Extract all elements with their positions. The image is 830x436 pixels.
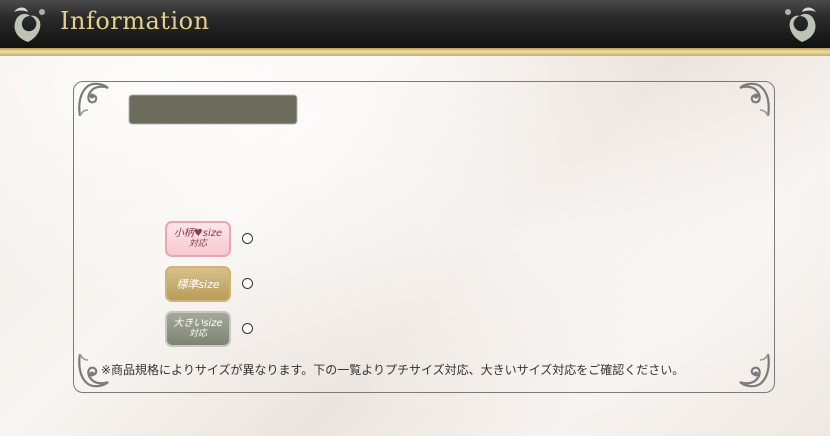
large-size-sublabel: 対応 xyxy=(188,329,207,339)
page-title: Information xyxy=(60,7,210,35)
small-size-radio[interactable] xyxy=(242,233,253,244)
large-size-radio[interactable] xyxy=(242,323,253,334)
floral-ornament-icon xyxy=(14,7,45,42)
small-size-label: 小柄♥size xyxy=(173,228,223,239)
small-size-badge[interactable]: 小柄♥size 対応 xyxy=(165,221,231,257)
scroll-corner-icon xyxy=(739,353,770,388)
standard-size-badge[interactable]: 標準size xyxy=(165,266,231,302)
standard-size-label: 標準size xyxy=(176,277,220,291)
header-gold-rule xyxy=(0,48,830,56)
scroll-corner-icon xyxy=(739,82,770,117)
size-note: ※商品規格によりサイズが異なります。下の一覧よりプチサイズ対応、大きいサイズ対応… xyxy=(101,363,685,377)
redacted-heading-image xyxy=(129,95,297,124)
header-bar: Information xyxy=(0,0,830,48)
small-size-sublabel: 対応 xyxy=(188,239,207,249)
large-size-label: 大きいsize xyxy=(173,318,223,329)
scroll-corner-icon xyxy=(78,82,109,117)
large-size-badge[interactable]: 大きいsize 対応 xyxy=(165,311,231,347)
standard-size-radio[interactable] xyxy=(242,278,253,289)
floral-ornament-icon xyxy=(785,7,816,42)
